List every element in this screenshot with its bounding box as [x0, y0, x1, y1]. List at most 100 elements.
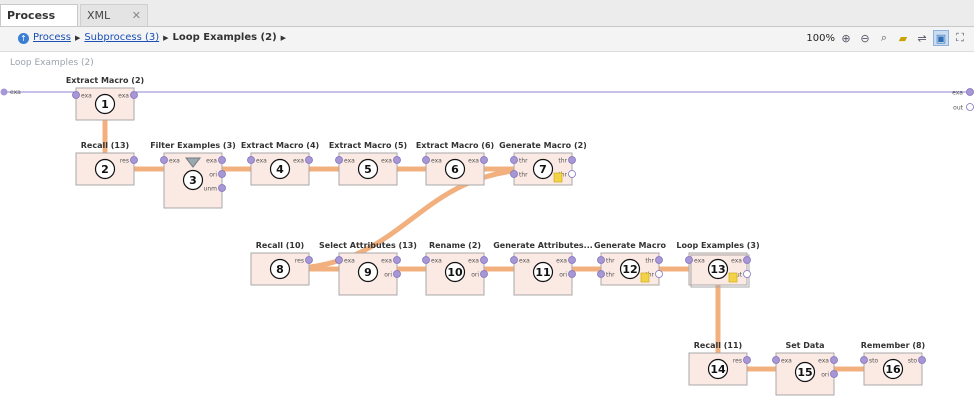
view-tools: 100% ⊕ ⊖ ⌕ ▰ ⇌ ▣ ⛶ — [806, 30, 968, 46]
step-number: 2 — [101, 163, 109, 176]
tab-xml[interactable]: XML ✕ — [80, 4, 148, 26]
output-port[interactable] — [568, 270, 576, 278]
step-number: 4 — [276, 163, 284, 176]
output-port[interactable] — [480, 256, 488, 264]
operator-title: Filter Examples (3) — [150, 141, 236, 150]
toggle-view-icon[interactable]: ▣ — [933, 30, 949, 46]
input-port[interactable] — [772, 356, 780, 364]
operator-12[interactable]: Generate Macrothrthrthrthr12 — [594, 241, 667, 286]
canvas-output-port[interactable] — [966, 88, 974, 96]
output-port[interactable] — [743, 256, 751, 264]
port-label: thr — [519, 158, 528, 165]
output-port[interactable] — [130, 91, 138, 99]
operator-5[interactable]: Extract Macro (5) exa exa 5 — [329, 141, 407, 186]
tab-process[interactable]: Process — [0, 4, 78, 26]
operator-14[interactable]: Recall (11) res 14 — [688, 341, 751, 386]
operator-title: Recall (13) — [81, 141, 129, 150]
output-port[interactable] — [655, 270, 663, 278]
operator-7[interactable]: Generate Macro (2)thrthrthrthr7 — [499, 141, 587, 186]
connection-line[interactable] — [277, 166, 546, 272]
port-label: thr — [558, 158, 567, 165]
output-port[interactable] — [743, 356, 751, 364]
port-label: exa — [381, 158, 392, 165]
input-port[interactable] — [72, 91, 80, 99]
input-port[interactable] — [685, 256, 693, 264]
breadcrumb-dropdown-icon[interactable]: ▶ — [281, 34, 286, 42]
breadcrumb-current: Loop Examples (2) — [172, 32, 277, 43]
output-port[interactable] — [130, 156, 138, 164]
input-port[interactable] — [247, 156, 255, 164]
step-number: 6 — [451, 163, 459, 176]
port-label: exa — [431, 158, 442, 165]
breadcrumb-subprocess[interactable]: Subprocess (3) — [84, 32, 159, 43]
input-port[interactable] — [860, 356, 868, 364]
operator-title: Generate Macro — [594, 241, 667, 250]
input-port[interactable] — [335, 256, 343, 264]
step-number: 9 — [364, 266, 372, 279]
input-port[interactable] — [510, 256, 518, 264]
operator-6[interactable]: Extract Macro (6) exa exa 6 — [416, 141, 494, 186]
input-port[interactable] — [510, 170, 518, 178]
operator-1[interactable]: Extract Macro (2) exa exa 1 — [66, 76, 144, 121]
step-number: 11 — [535, 266, 550, 279]
output-port[interactable] — [830, 370, 838, 378]
output-port[interactable] — [568, 256, 576, 264]
operator-15[interactable]: Set Data exa exa ori 15 — [772, 341, 838, 396]
output-port[interactable] — [393, 270, 401, 278]
canvas-input-port[interactable] — [0, 88, 8, 96]
breadcrumb: ↑ Process ▶ Subprocess (3) ▶ Loop Examples (2… — [18, 32, 290, 44]
output-port[interactable] — [480, 270, 488, 278]
navigate-up-icon[interactable]: ↑ — [18, 33, 29, 44]
breadcrumb-process[interactable]: Process — [33, 32, 71, 43]
output-port[interactable] — [305, 156, 313, 164]
port-label: res — [295, 258, 304, 265]
process-canvas[interactable]: Extract Macro (2) exa exa 1 Recall (13) res 2 F… — [0, 52, 974, 411]
auto-wire-icon[interactable]: ⇌ — [914, 30, 930, 46]
output-port[interactable] — [918, 356, 926, 364]
output-port[interactable] — [305, 256, 313, 264]
operator-3[interactable]: Filter Examples (3) exa exa ori unm 3 — [150, 141, 236, 209]
output-port[interactable] — [218, 170, 226, 178]
output-port[interactable] — [393, 156, 401, 164]
zoom-fit-icon[interactable]: ⌕ — [876, 30, 892, 46]
operator-title: Extract Macro (5) — [329, 141, 407, 150]
input-port[interactable] — [422, 156, 430, 164]
port-label: exa — [694, 258, 705, 265]
canvas-output-port[interactable] — [966, 103, 974, 111]
output-port[interactable] — [393, 256, 401, 264]
operator-title: Generate Attributes... — [493, 241, 593, 250]
close-tab-icon[interactable]: ✕ — [132, 5, 141, 26]
step-number: 14 — [710, 363, 726, 376]
output-port[interactable] — [218, 184, 226, 192]
input-port[interactable] — [597, 256, 605, 264]
output-port[interactable] — [218, 156, 226, 164]
zoom-in-icon[interactable]: ⊕ — [838, 30, 854, 46]
breadcrumb-separator-icon: ▶ — [74, 34, 81, 42]
input-port[interactable] — [597, 270, 605, 278]
operator-8[interactable]: Recall (10) res 8 — [250, 241, 313, 286]
fullscreen-icon[interactable]: ⛶ — [952, 30, 968, 46]
tab-xml-label: XML — [87, 9, 111, 22]
output-port[interactable] — [743, 270, 751, 278]
output-port[interactable] — [480, 156, 488, 164]
add-note-icon[interactable]: ▰ — [895, 30, 911, 46]
operator-13[interactable]: Loop Examples (3)exaexaout13 — [676, 241, 760, 288]
operator-title: Extract Macro (2) — [66, 76, 144, 85]
operator-2[interactable]: Recall (13) res 2 — [75, 141, 138, 186]
operator-4[interactable]: Extract Macro (4) exa exa 4 — [241, 141, 319, 186]
operator-16[interactable]: Remember (8) sto sto 16 — [860, 341, 926, 386]
input-port[interactable] — [422, 256, 430, 264]
port-label: exa — [381, 258, 392, 265]
input-port[interactable] — [160, 156, 168, 164]
operator-title: Select Attributes (13) — [319, 241, 417, 250]
output-port[interactable] — [655, 256, 663, 264]
input-port[interactable] — [335, 156, 343, 164]
operator-title: Extract Macro (6) — [416, 141, 494, 150]
input-port[interactable] — [510, 156, 518, 164]
output-port[interactable] — [568, 170, 576, 178]
output-port[interactable] — [830, 356, 838, 364]
output-port[interactable] — [568, 156, 576, 164]
zoom-out-icon[interactable]: ⊖ — [857, 30, 873, 46]
operator-title: Extract Macro (4) — [241, 141, 319, 150]
operator-10[interactable]: Rename (2) exa exa ori 10 — [422, 241, 488, 296]
